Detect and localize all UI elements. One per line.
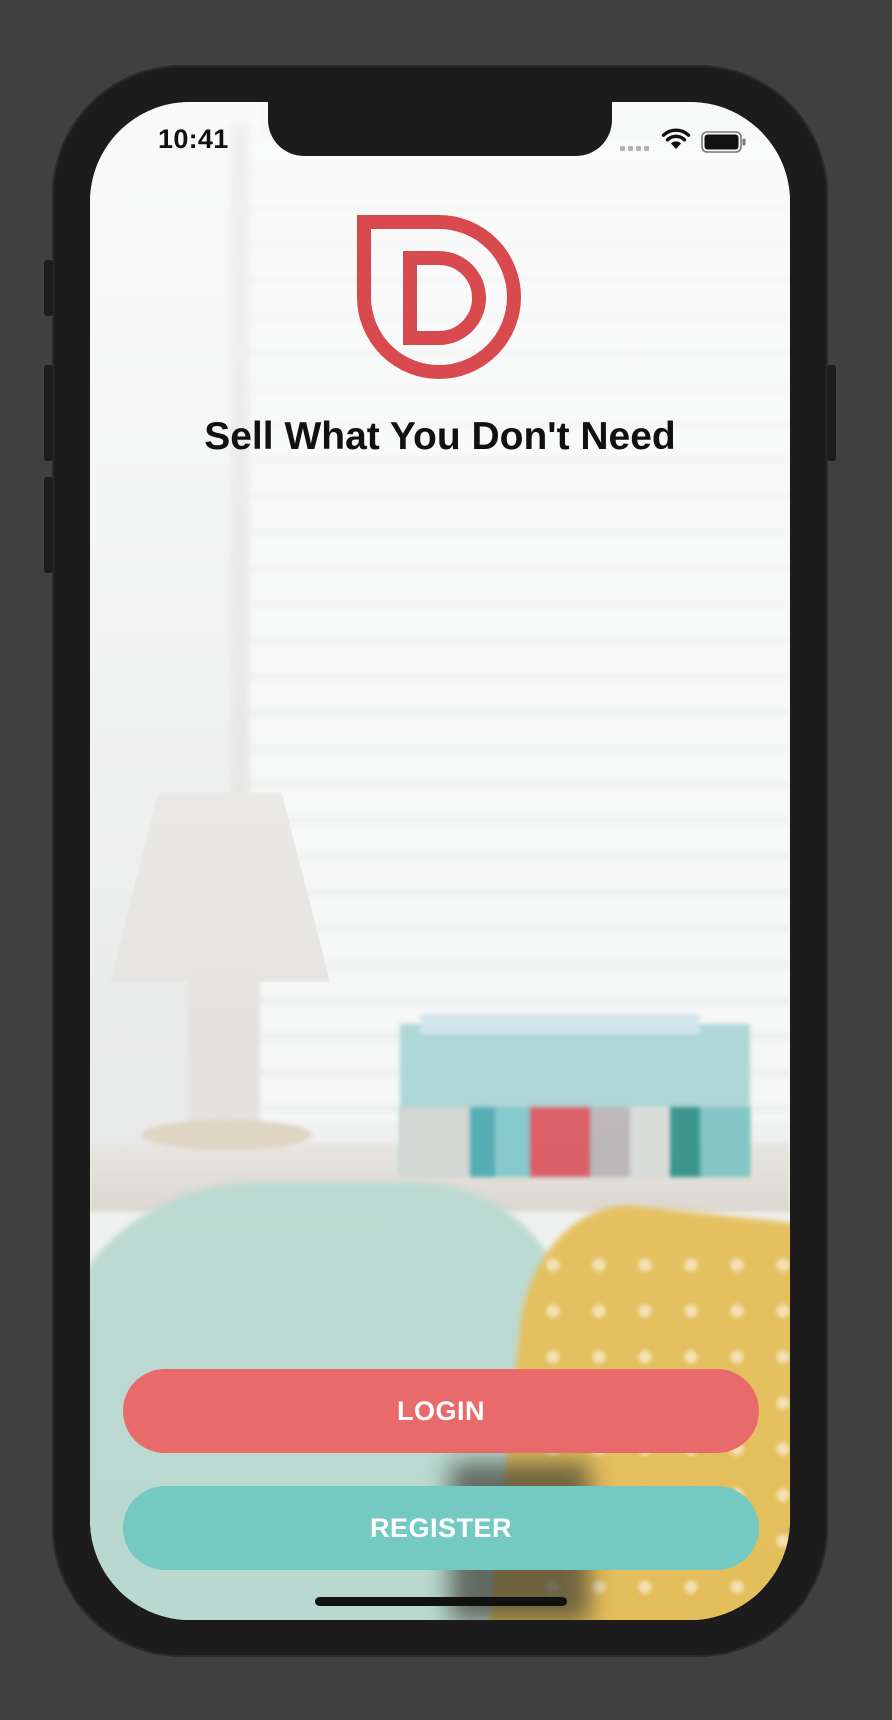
status-time: 10:41 xyxy=(158,124,229,154)
register-button[interactable]: REGISTER xyxy=(123,1486,759,1570)
login-button-label: LOGIN xyxy=(397,1395,485,1426)
volume-down-button xyxy=(44,477,53,573)
home-indicator[interactable] xyxy=(315,1597,567,1606)
power-button xyxy=(827,365,836,461)
notch xyxy=(268,102,612,156)
wifi-icon xyxy=(661,128,691,149)
app-tagline: Sell What You Don't Need xyxy=(204,415,676,458)
d-logo-icon xyxy=(357,215,521,380)
battery-icon xyxy=(701,131,746,153)
cellular-signal-icon xyxy=(620,146,649,151)
mute-switch xyxy=(44,260,53,316)
register-button-label: REGISTER xyxy=(369,1512,513,1543)
volume-up-button xyxy=(44,365,53,461)
login-button[interactable]: LOGIN xyxy=(123,1369,759,1453)
